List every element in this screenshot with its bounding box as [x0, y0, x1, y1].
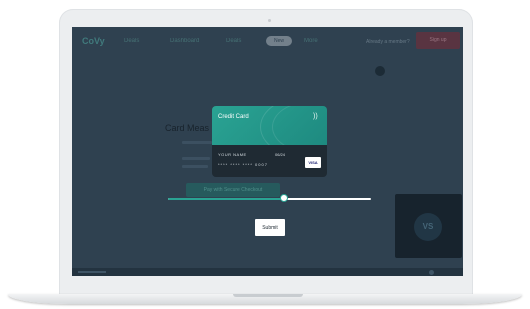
- card-details: YOUR NAME 06/24 **** **** **** 0007 VISA: [212, 145, 327, 177]
- video-badge-label: VS: [422, 222, 434, 231]
- nav-pill-label: New: [273, 38, 284, 44]
- card-header: Credit Card )): [212, 106, 327, 158]
- screen: CoVy Deals Dashboard Deals New More Alre…: [72, 27, 463, 276]
- video-badge: VS: [414, 213, 442, 241]
- bottom-bar: [72, 268, 463, 276]
- nav-item-more[interactable]: More: [304, 38, 318, 44]
- visa-logo: VISA: [305, 157, 321, 168]
- video-thumbnail[interactable]: VS: [395, 194, 462, 258]
- text-line: [182, 141, 212, 144]
- signup-button[interactable]: Sign up: [416, 32, 460, 49]
- nav-item-deals-2[interactable]: Deals: [226, 38, 241, 44]
- nav-item-dashboard[interactable]: Dashboard: [170, 38, 199, 44]
- signup-label: Sign up: [429, 37, 447, 43]
- checkout-button[interactable]: Pay with Secure Checkout: [186, 183, 280, 197]
- card-title: Credit Card: [218, 114, 249, 120]
- credit-card: Credit Card )) YOUR NAME 06/24 **** ****…: [212, 106, 327, 177]
- text-line: [182, 165, 208, 168]
- bottom-bar-dot: [429, 270, 434, 275]
- slider-handle[interactable]: [280, 194, 288, 202]
- slider-fill: [168, 198, 284, 200]
- laptop-notch: [233, 294, 303, 297]
- logo: CoVy: [82, 36, 105, 46]
- bottom-bar-line: [78, 271, 106, 273]
- card-number: **** **** **** 0007: [218, 162, 268, 167]
- card-holder-name: YOUR NAME: [218, 152, 247, 157]
- nav-item-deals[interactable]: Deals: [124, 38, 139, 44]
- checkout-button-label: Pay with Secure Checkout: [203, 187, 263, 193]
- card-expiry: 06/24: [275, 152, 286, 157]
- text-line: [182, 157, 210, 160]
- nav-pill-badge[interactable]: New: [266, 36, 292, 46]
- avatar[interactable]: [375, 66, 385, 76]
- top-nav: CoVy Deals Dashboard Deals New More Alre…: [72, 27, 463, 57]
- login-link[interactable]: Already a member?: [366, 39, 410, 45]
- page-title: Card Meas: [165, 123, 210, 133]
- submit-button[interactable]: Submit: [255, 219, 285, 236]
- camera-icon: [268, 19, 271, 22]
- contactless-icon: )): [313, 113, 318, 120]
- visa-label: VISA: [308, 160, 318, 165]
